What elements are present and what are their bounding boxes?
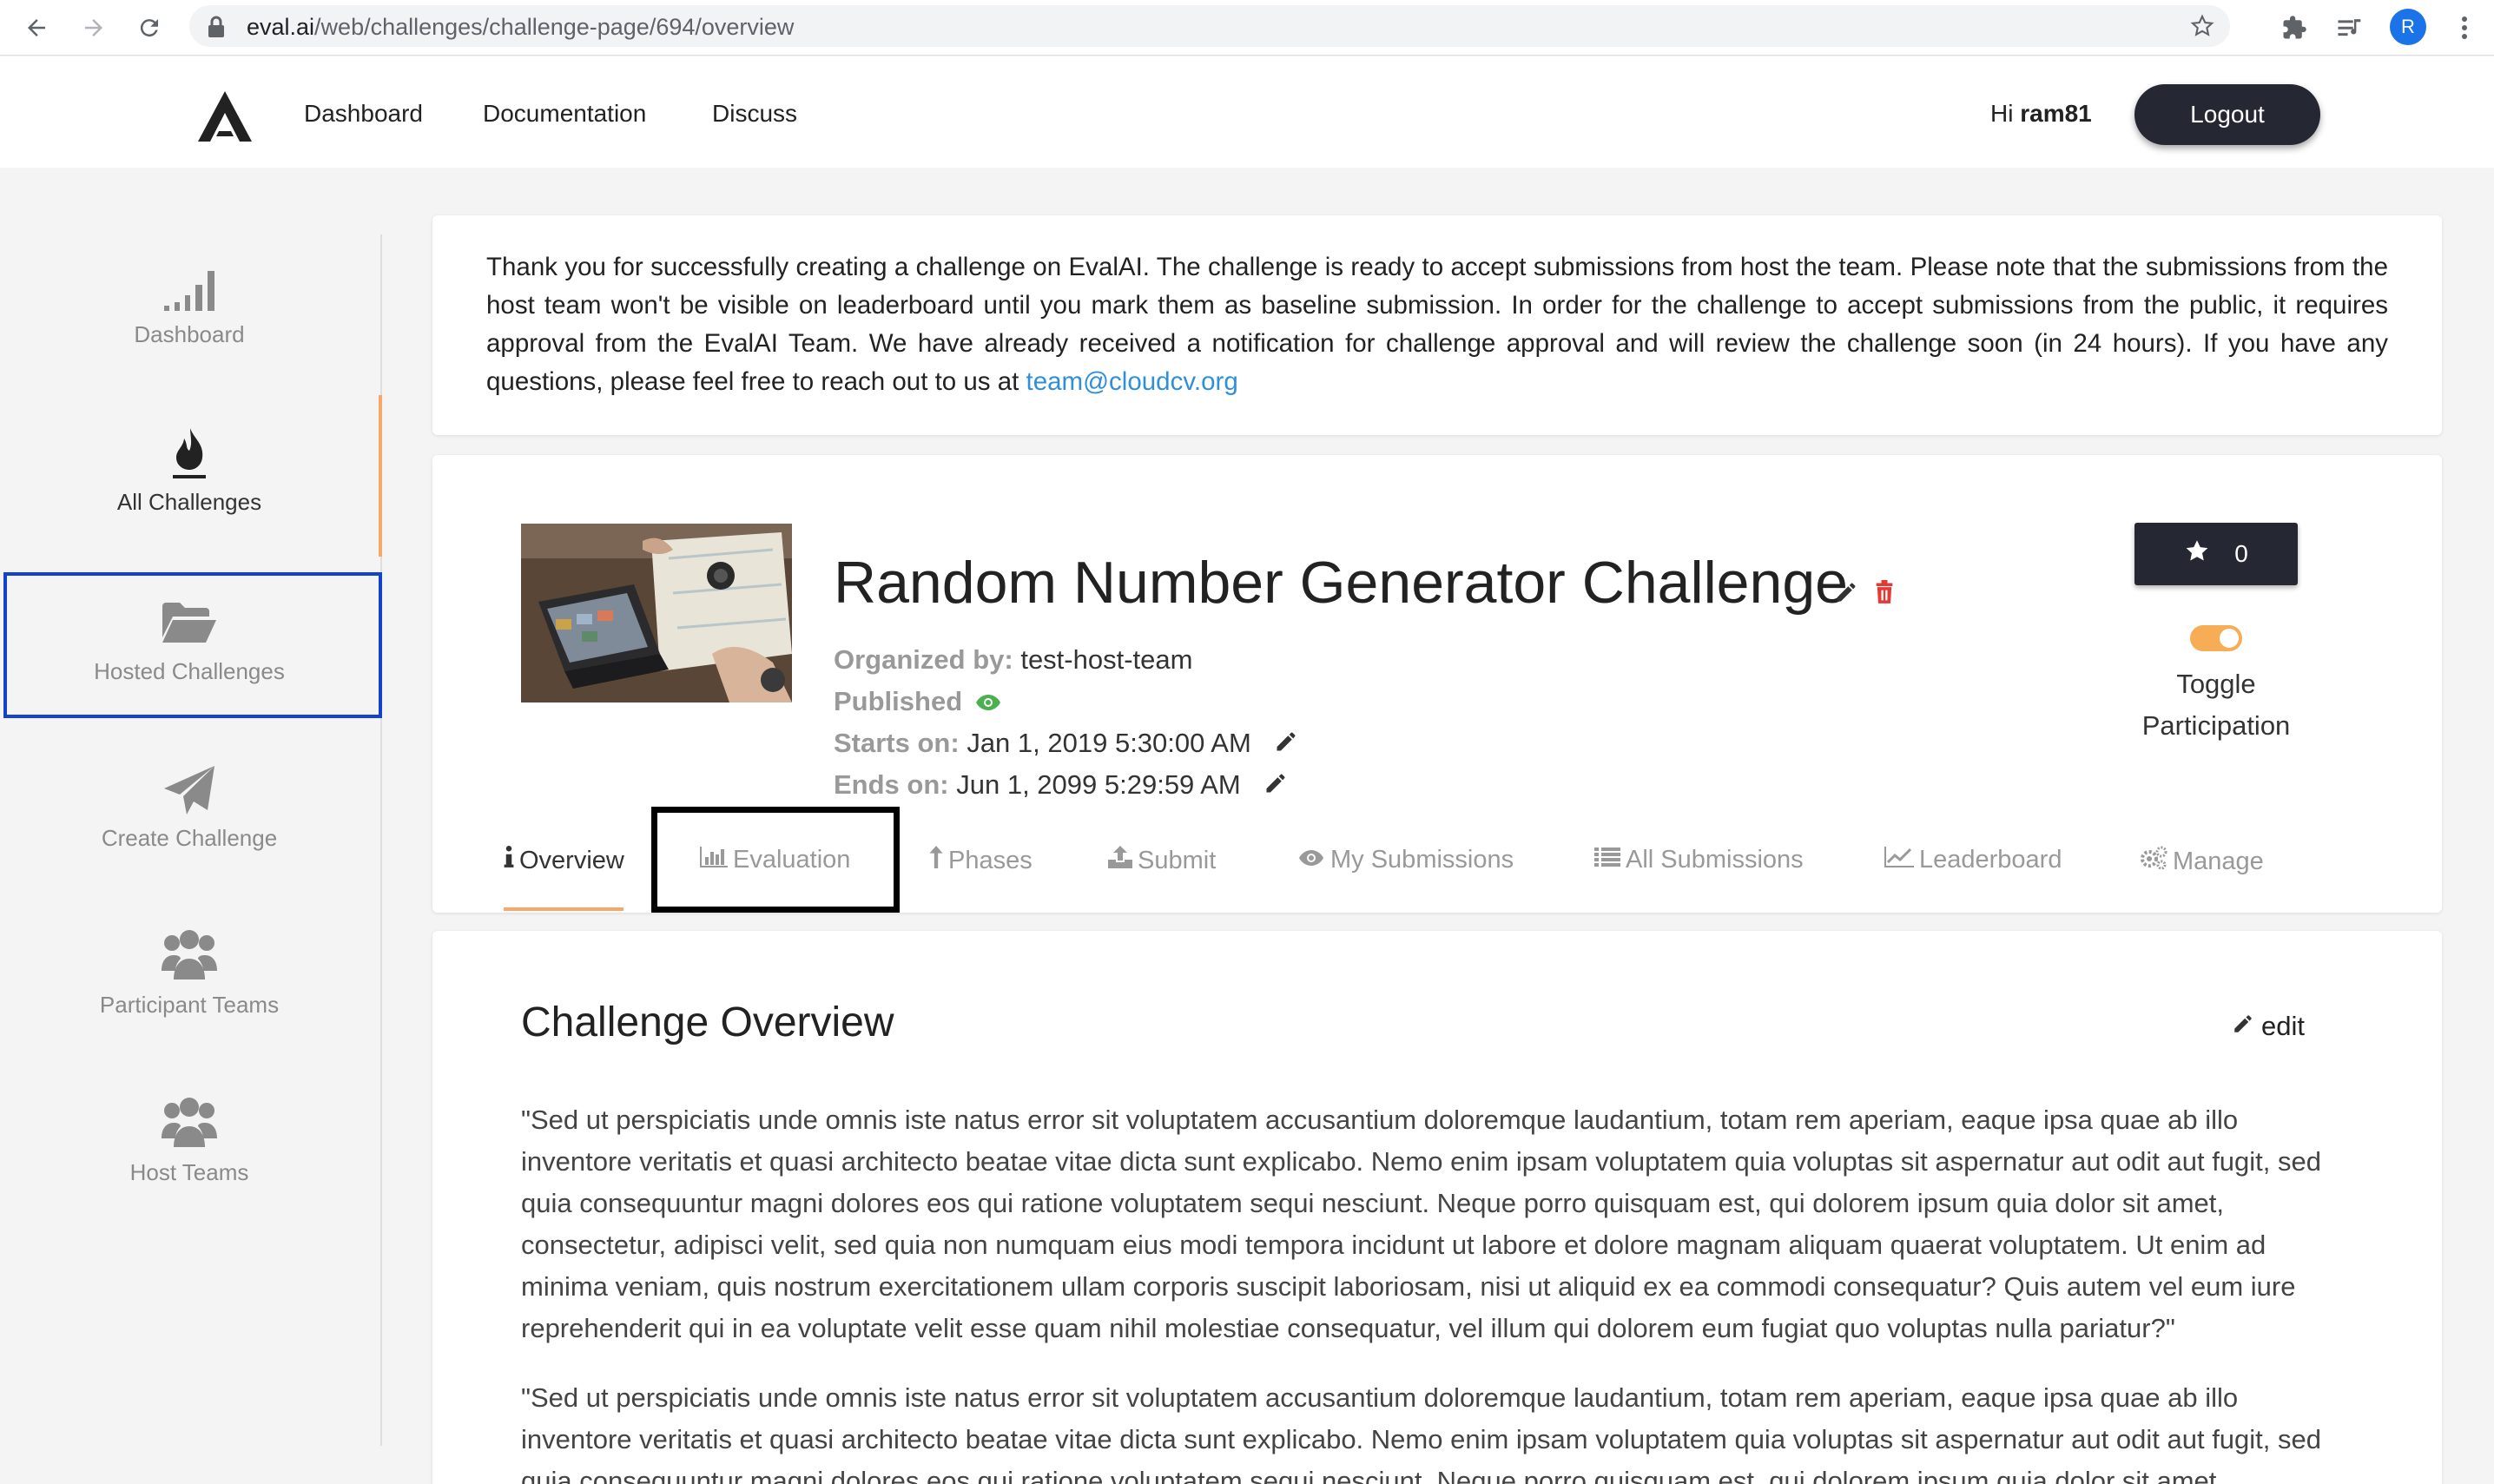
arrow-up-icon [929, 846, 943, 875]
participation-toggle[interactable] [2190, 625, 2242, 651]
sidebar-item-label: All Challenges [116, 489, 262, 515]
contact-email-link[interactable]: team@cloudcv.org [1026, 367, 1238, 396]
active-tab-indicator [504, 907, 624, 911]
list-icon [1594, 846, 1620, 874]
forward-arrow-icon[interactable] [76, 10, 111, 45]
notice-text: Thank you for successfully creating a ch… [486, 253, 2388, 396]
bookmark-star-icon[interactable] [2190, 14, 2214, 43]
tab-submit[interactable]: Submit [1108, 846, 1216, 875]
sidebar-item-create-challenge[interactable]: Create Challenge [0, 747, 379, 894]
notice-card: Thank you for successfully creating a ch… [432, 215, 2442, 435]
overview-title: Challenge Overview [521, 999, 894, 1045]
reading-list-icon[interactable] [2332, 10, 2367, 45]
nav-discuss[interactable]: Discuss [712, 100, 797, 128]
extensions-puzzle-icon[interactable] [2277, 10, 2312, 45]
sidebar-item-label: Create Challenge [101, 825, 278, 851]
highlight-box [651, 807, 900, 913]
challenge-header-card: Random Number Generator Challenge Organi… [432, 455, 2442, 913]
signal-bars-icon [0, 264, 379, 313]
sidebar-active-indicator [379, 395, 382, 557]
highlight-box [3, 572, 382, 718]
profile-avatar[interactable]: R [2390, 9, 2426, 45]
challenge-title: Random Number Generator Challenge [834, 550, 1848, 616]
tab-label: Submit [1138, 846, 1217, 874]
star-count: 0 [2234, 540, 2248, 567]
edit-label: edit [2261, 1011, 2305, 1041]
tab-label: All Submissions [1626, 846, 1804, 874]
tab-all-submissions[interactable]: All Submissions [1594, 846, 1804, 874]
upload-icon [1108, 846, 1132, 875]
evalai-logo[interactable] [196, 89, 254, 148]
line-chart-icon [1884, 846, 1914, 874]
sidebar-item-participant-teams[interactable]: Participant Teams [0, 913, 379, 1061]
edit-start-pencil-icon[interactable] [1274, 729, 1298, 761]
tab-phases[interactable]: Phases [929, 846, 1033, 875]
tab-label: My Submissions [1330, 846, 1514, 874]
sidebar-item-dashboard[interactable]: Dashboard [0, 243, 379, 391]
info-icon [504, 846, 514, 875]
overview-paragraph: "Sed ut perspiciatis unde omnis iste nat… [521, 1105, 2321, 1343]
url-text: eval.ai/web/challenges/challenge-page/69… [247, 14, 795, 40]
sidebar-item-label: Dashboard [134, 321, 245, 347]
tab-leaderboard[interactable]: Leaderboard [1884, 846, 2062, 874]
tab-overview[interactable]: Overview [504, 846, 624, 875]
tab-label: Manage [2173, 847, 2264, 875]
challenge-image [521, 524, 792, 702]
sidebar-item-label: Host Teams [129, 1159, 249, 1185]
sidebar-item-label: Participant Teams [99, 992, 280, 1018]
eye-icon [1297, 846, 1325, 874]
logout-button[interactable]: Logout [2134, 84, 2320, 145]
browser-menu-icon[interactable] [2447, 10, 2482, 45]
tab-label: Overview [519, 846, 624, 874]
overview-paragraph: "Sed ut perspiciatis unde omnis iste nat… [521, 1382, 2321, 1484]
users-icon [0, 1097, 379, 1149]
reload-icon[interactable] [132, 10, 167, 45]
star-button[interactable]: 0 [2134, 523, 2298, 585]
star-icon [2184, 538, 2210, 571]
tab-my-submissions[interactable]: My Submissions [1297, 846, 1514, 874]
tab-manage[interactable]: Manage [2140, 846, 2264, 877]
gears-icon [2140, 846, 2167, 877]
starts-row: Starts on: Jan 1, 2019 5:30:00 AM [834, 728, 1298, 761]
toggle-participation-label: Toggle Participation [2141, 669, 2291, 741]
browser-toolbar: eval.ai/web/challenges/challenge-page/69… [0, 0, 2494, 56]
organizer-name[interactable]: test-host-team [1020, 644, 1192, 675]
eye-icon [975, 688, 1001, 719]
overview-card: Challenge Overview edit "Sed ut perspici… [432, 931, 2442, 1484]
edit-title-pencil-icon[interactable] [1834, 580, 1858, 609]
address-bar[interactable]: eval.ai/web/challenges/challenge-page/69… [189, 5, 2230, 47]
tab-label: Phases [948, 846, 1033, 874]
flame-icon [0, 426, 379, 480]
site-header: Dashboard Documentation Discuss Hi ram81… [0, 56, 2494, 168]
lock-icon [207, 16, 226, 43]
organizer-row: Organized by: test-host-team [834, 644, 1193, 675]
users-icon [0, 929, 379, 981]
ends-row: Ends on: Jun 1, 2099 5:29:59 AM [834, 769, 1288, 802]
tab-label: Leaderboard [1919, 846, 2062, 874]
sidebar-item-all-challenges[interactable]: All Challenges [0, 412, 379, 560]
user-greeting: Hi ram81 [1990, 100, 2092, 127]
edit-end-pencil-icon[interactable] [1263, 771, 1288, 802]
nav-dashboard[interactable]: Dashboard [304, 100, 423, 128]
back-arrow-icon[interactable] [19, 10, 54, 45]
published-row: Published [834, 686, 1001, 719]
delete-trash-icon[interactable] [1874, 580, 1895, 609]
edit-overview-button[interactable]: edit [2232, 1011, 2305, 1042]
nav-documentation[interactable]: Documentation [483, 100, 646, 128]
pencil-icon [2232, 1011, 2254, 1042]
sidebar-item-host-teams[interactable]: Host Teams [0, 1081, 379, 1229]
paper-plane-icon [0, 764, 379, 816]
